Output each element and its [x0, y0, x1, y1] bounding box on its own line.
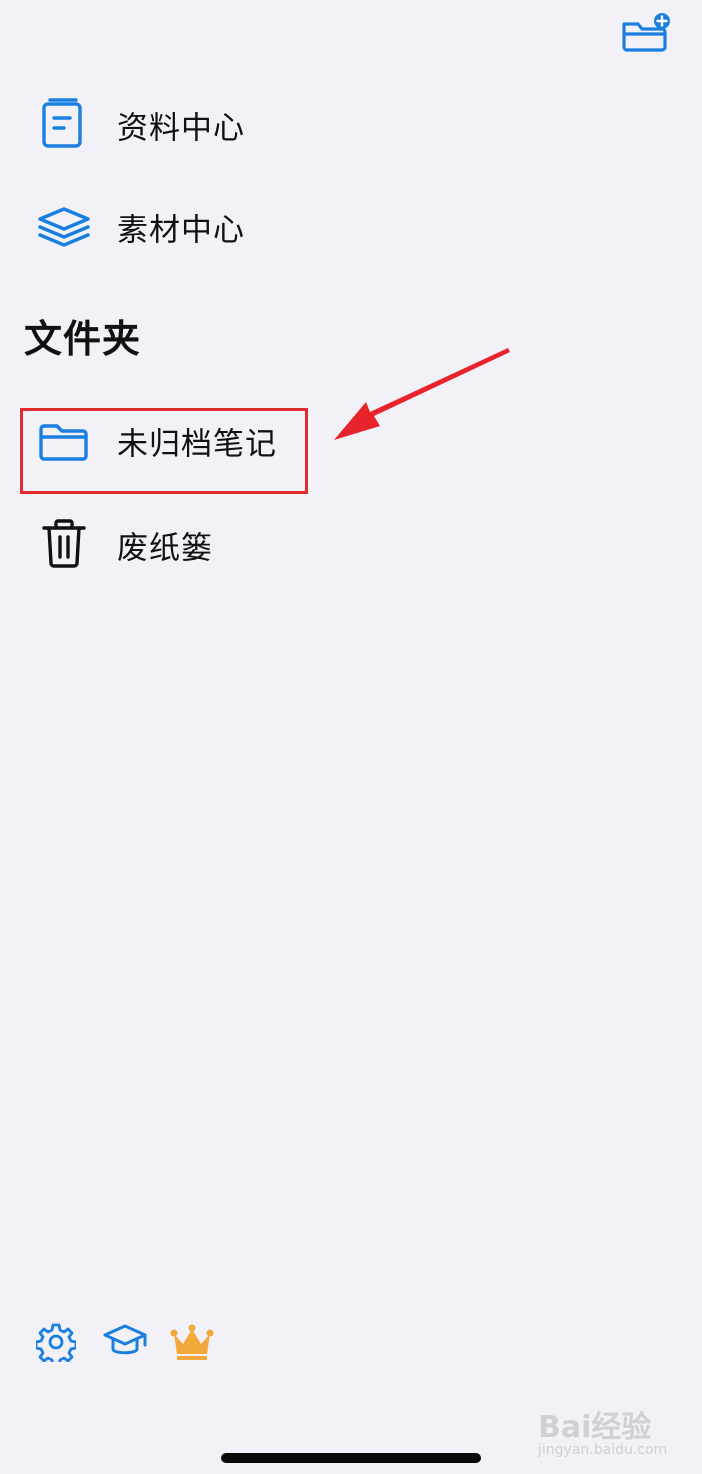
home-indicator[interactable] — [221, 1453, 481, 1463]
new-folder-button[interactable] — [620, 12, 672, 54]
crown-icon — [170, 1324, 214, 1360]
folder-icon — [38, 422, 90, 462]
folders-section-heading: 文件夹 — [24, 317, 142, 361]
menu-item-label: 资料中心 — [117, 110, 245, 147]
document-book-icon — [36, 98, 88, 152]
folder-item-label: 未归档笔记 — [117, 426, 277, 463]
settings-button[interactable] — [36, 1322, 76, 1362]
folder-item-unfiled-notes[interactable]: 未归档笔记 — [0, 396, 702, 486]
vip-button[interactable] — [169, 1322, 215, 1362]
menu-item-label: 素材中心 — [117, 212, 245, 249]
folder-item-trash[interactable]: 废纸篓 — [0, 500, 702, 590]
folder-add-icon — [622, 13, 670, 52]
watermark-url: jingyan.baidu.com — [538, 1442, 668, 1458]
gear-icon — [36, 1323, 76, 1362]
layers-stack-icon — [36, 206, 92, 250]
graduation-cap-icon — [103, 1324, 147, 1355]
menu-item-library-center[interactable]: 资料中心 — [0, 80, 702, 170]
baidu-jingyan-watermark: Bai经验 jingyan.baidu.com — [532, 1398, 698, 1466]
menu-item-materials-center[interactable]: 素材中心 — [0, 182, 702, 272]
watermark-brand: Bai经验 — [538, 1410, 652, 1445]
folder-item-label: 废纸篓 — [117, 530, 213, 567]
trash-icon — [40, 518, 88, 570]
learn-button[interactable] — [102, 1322, 148, 1362]
